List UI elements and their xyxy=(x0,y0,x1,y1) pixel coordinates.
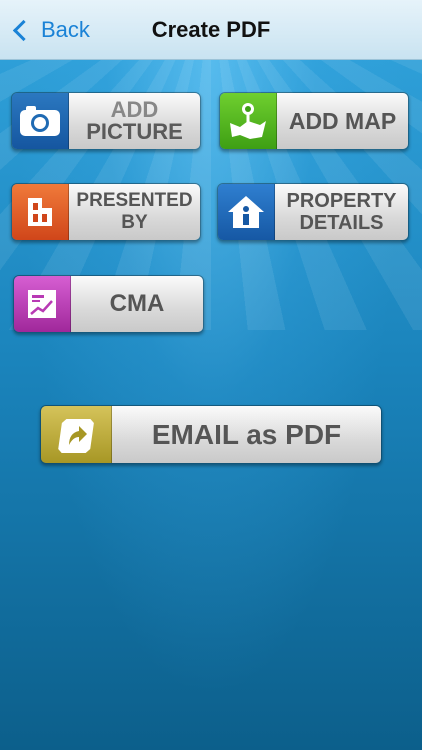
property-details-line2: DETAILS xyxy=(299,212,384,234)
main-content: ADD PICTURE ADD MAP PRESENTED BY PROPERT… xyxy=(0,60,422,750)
page-title: Create PDF xyxy=(151,17,271,42)
presented-by-line1: PRESENTED xyxy=(76,190,193,211)
add-map-button[interactable]: ADD MAP xyxy=(219,92,409,150)
camera-icon xyxy=(12,93,69,149)
house-info-icon xyxy=(218,184,275,240)
property-details-button[interactable]: PROPERTY DETAILS xyxy=(217,183,409,241)
add-picture-line1: ADD xyxy=(110,97,159,122)
chart-icon xyxy=(14,276,71,332)
navigation-bar: Back Create PDF xyxy=(0,0,422,60)
cma-label: CMA xyxy=(71,276,203,332)
map-pin-icon xyxy=(220,93,277,149)
email-as-pdf-button[interactable]: EMAIL as PDF xyxy=(40,405,382,464)
add-picture-button[interactable]: ADD PICTURE xyxy=(11,92,201,150)
presented-by-button[interactable]: PRESENTED BY xyxy=(11,183,201,241)
presented-by-line2: BY xyxy=(121,212,148,233)
email-as-pdf-label: EMAIL as PDF xyxy=(112,406,381,463)
share-arrow-icon xyxy=(41,406,112,463)
add-map-label: ADD MAP xyxy=(277,93,408,149)
add-picture-line2: PICTURE xyxy=(86,119,183,144)
property-details-line1: PROPERTY xyxy=(286,190,397,212)
presenter-icon xyxy=(12,184,69,240)
cma-button[interactable]: CMA xyxy=(13,275,204,333)
